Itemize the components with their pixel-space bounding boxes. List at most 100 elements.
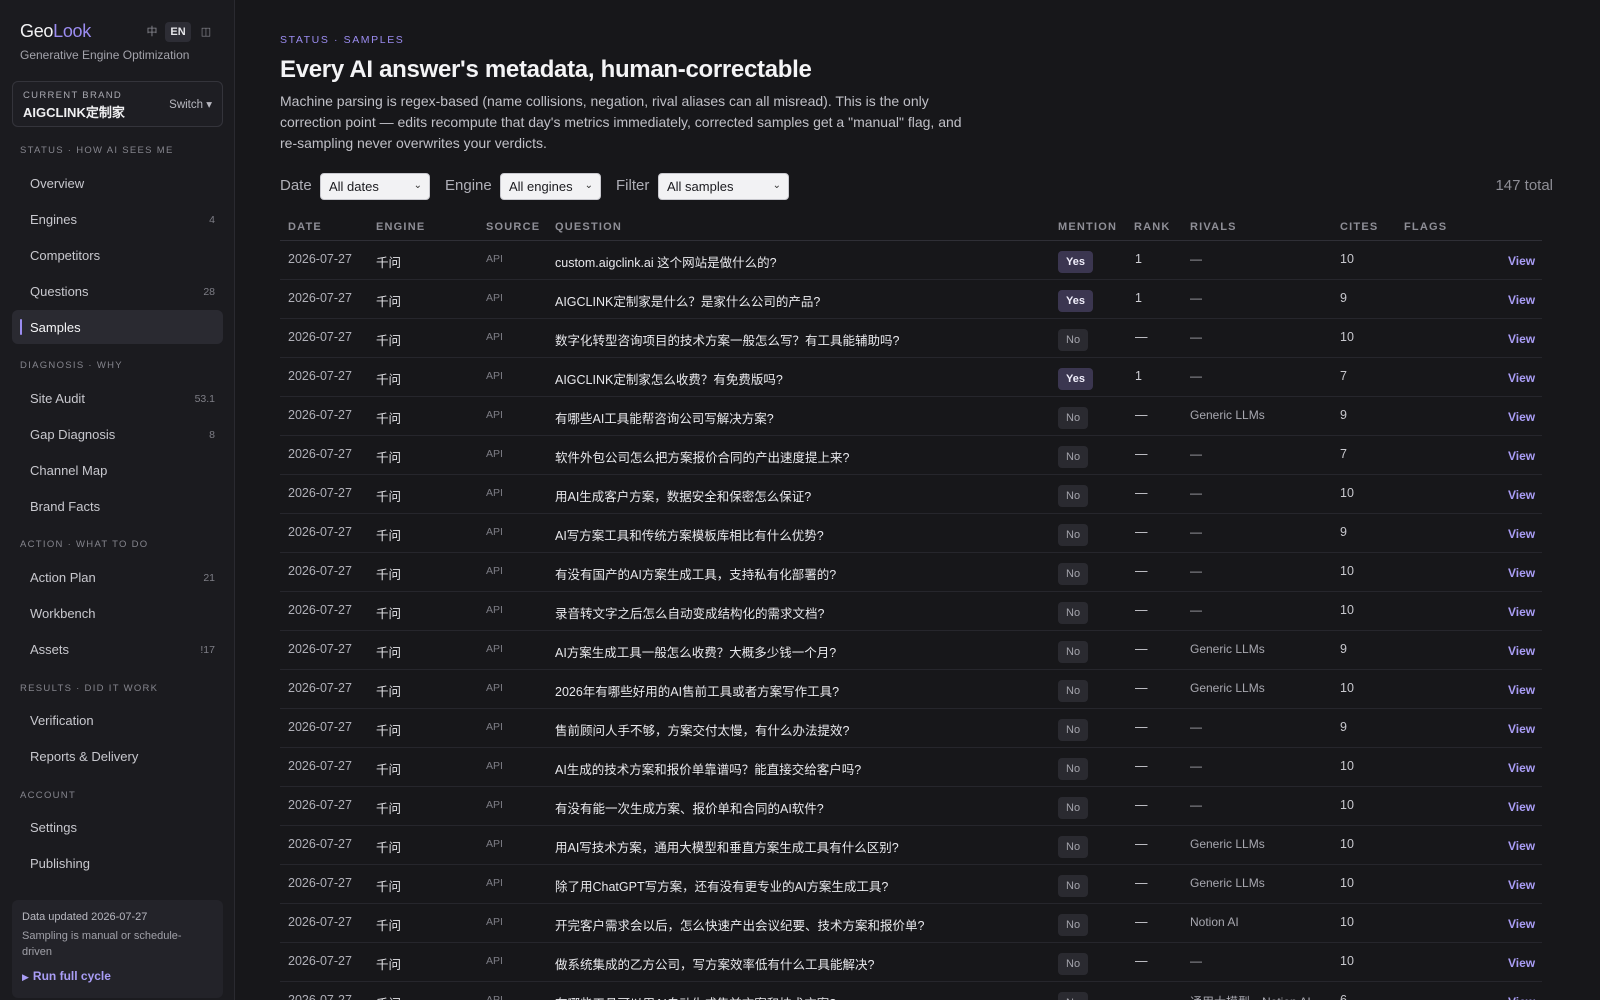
- language-zh-button[interactable]: 中: [144, 22, 160, 42]
- view-link[interactable]: View: [1508, 995, 1535, 1000]
- table-row[interactable]: 2026-07-27 千问 API 软件外包公司怎么把方案报价合同的产出速度提上来? N…: [280, 436, 1542, 475]
- sidebar-item-assets[interactable]: Assets !17: [12, 632, 223, 666]
- view-link[interactable]: View: [1508, 917, 1535, 931]
- table-row[interactable]: 2026-07-27 千问 API AIGCLINK定制家是什么？是家什么公司的产品?…: [280, 280, 1542, 319]
- view-link[interactable]: View: [1508, 683, 1535, 697]
- sidebar-item-competitors[interactable]: Competitors: [12, 238, 223, 272]
- view-link[interactable]: View: [1508, 527, 1535, 541]
- mention-badge[interactable]: No: [1058, 407, 1089, 429]
- table-row[interactable]: 2026-07-27 千问 API 有哪些工具可以用AI自动生成售前方案和技术方案? N…: [280, 982, 1542, 1000]
- view-link[interactable]: View: [1508, 566, 1535, 580]
- sidebar-item-engines[interactable]: Engines 4: [12, 202, 223, 236]
- page-title: Every AI answer's metadata, human-correc…: [280, 56, 812, 83]
- mention-badge[interactable]: No: [1058, 797, 1089, 819]
- mention-badge[interactable]: No: [1058, 485, 1089, 507]
- view-link[interactable]: View: [1508, 800, 1535, 814]
- table-row[interactable]: 2026-07-27 千问 API 有哪些AI工具能帮咨询公司写解决方案? No — Gen…: [280, 397, 1542, 436]
- sidebar-item-label: Reports & Delivery: [30, 749, 139, 764]
- sidebar-item-verification[interactable]: Verification: [12, 703, 223, 737]
- date-filter-select[interactable]: All dates ⌄: [320, 173, 430, 200]
- sidebar-item-samples[interactable]: Samples: [12, 310, 223, 344]
- mention-badge[interactable]: No: [1058, 875, 1089, 897]
- column-header-mention[interactable]: MENTION: [1058, 221, 1117, 233]
- table-row[interactable]: 2026-07-27 千问 API 2026年有哪些好用的AI售前工具或者方案写作工具…: [280, 670, 1542, 709]
- theme-toggle-icon[interactable]: ◫: [198, 22, 214, 42]
- cell-cites: 7: [1340, 369, 1347, 383]
- view-link[interactable]: View: [1508, 761, 1535, 775]
- mention-badge[interactable]: No: [1058, 719, 1089, 741]
- switch-brand-button[interactable]: Switch ▾: [169, 97, 212, 111]
- view-link[interactable]: View: [1508, 956, 1535, 970]
- table-row[interactable]: 2026-07-27 千问 API 录音转文字之后怎么自动变成结构化的需求文档? No —…: [280, 592, 1542, 631]
- table-row[interactable]: 2026-07-27 千问 API 做系统集成的乙方公司，写方案效率低有什么工具能解决…: [280, 943, 1542, 982]
- cell-cites: 10: [1340, 486, 1354, 500]
- language-en-button[interactable]: EN: [165, 22, 191, 42]
- column-header-cites[interactable]: CITES: [1340, 221, 1378, 233]
- table-row[interactable]: 2026-07-27 千问 API 数字化转型咨询项目的技术方案一般怎么写？有工具能辅…: [280, 319, 1542, 358]
- mention-badge[interactable]: No: [1058, 329, 1089, 351]
- mention-badge[interactable]: No: [1058, 602, 1089, 624]
- table-row[interactable]: 2026-07-27 千问 API 开完客户需求会以后，怎么快速产出会议纪要、技术方案…: [280, 904, 1542, 943]
- mention-badge[interactable]: No: [1058, 446, 1089, 468]
- view-link[interactable]: View: [1508, 332, 1535, 346]
- column-header-flags[interactable]: FLAGS: [1404, 221, 1447, 233]
- view-link[interactable]: View: [1508, 878, 1535, 892]
- sidebar-item-questions[interactable]: Questions 28: [12, 274, 223, 308]
- sidebar-item-site-audit[interactable]: Site Audit 53.1: [12, 381, 223, 415]
- table-row[interactable]: 2026-07-27 千问 API 有没有能一次生成方案、报价单和合同的AI软件? No…: [280, 787, 1542, 826]
- table-row[interactable]: 2026-07-27 千问 API 用AI生成客户方案，数据安全和保密怎么保证? No —…: [280, 475, 1542, 514]
- table-row[interactable]: 2026-07-27 千问 API AIGCLINK定制家怎么收费？有免费版吗? Yes…: [280, 358, 1542, 397]
- sidebar-item-settings[interactable]: Settings: [12, 810, 223, 844]
- sidebar-item-overview[interactable]: Overview: [12, 166, 223, 200]
- table-row[interactable]: 2026-07-27 千问 API 除了用ChatGPT写方案，还有没有更专业的AI方…: [280, 865, 1542, 904]
- mention-badge[interactable]: No: [1058, 836, 1089, 858]
- app-logo[interactable]: GeoLook: [20, 21, 91, 41]
- column-header-engine[interactable]: ENGINE: [376, 221, 425, 233]
- view-link[interactable]: View: [1508, 254, 1535, 268]
- sidebar-item-publishing[interactable]: Publishing: [12, 846, 223, 880]
- view-link[interactable]: View: [1508, 605, 1535, 619]
- table-row[interactable]: 2026-07-27 千问 API 用AI写技术方案，通用大模型和垂直方案生成工具有什…: [280, 826, 1542, 865]
- table-row[interactable]: 2026-07-27 千问 API AI方案生成工具一般怎么收费？大概多少钱一个月? N…: [280, 631, 1542, 670]
- run-full-cycle-button[interactable]: ▶ Run full cycle: [22, 969, 111, 983]
- view-link[interactable]: View: [1508, 371, 1535, 385]
- sidebar-item-reports-delivery[interactable]: Reports & Delivery: [12, 739, 223, 773]
- table-row[interactable]: 2026-07-27 千问 API custom.aigclink.ai 这个网站是做…: [280, 241, 1542, 280]
- cell-source: API: [486, 409, 503, 421]
- mention-badge[interactable]: No: [1058, 953, 1089, 975]
- column-header-date[interactable]: DATE: [288, 221, 322, 233]
- table-row[interactable]: 2026-07-27 千问 API AI写方案工具和传统方案模板库相比有什么优势? No…: [280, 514, 1542, 553]
- sidebar-item-action-plan[interactable]: Action Plan 21: [12, 560, 223, 594]
- mention-badge[interactable]: Yes: [1058, 368, 1093, 390]
- view-link[interactable]: View: [1508, 644, 1535, 658]
- sample-filter-select[interactable]: All samples ⌄: [658, 173, 789, 200]
- view-link[interactable]: View: [1508, 722, 1535, 736]
- column-header-source[interactable]: SOURCE: [486, 221, 540, 233]
- table-row[interactable]: 2026-07-27 千问 API AI生成的技术方案和报价单靠谱吗？能直接交给客户吗…: [280, 748, 1542, 787]
- sidebar-item-gap-diagnosis[interactable]: Gap Diagnosis 8: [12, 417, 223, 451]
- mention-badge[interactable]: Yes: [1058, 290, 1093, 312]
- sidebar-item-brand-facts[interactable]: Brand Facts: [12, 489, 223, 523]
- mention-badge[interactable]: No: [1058, 680, 1089, 702]
- table-row[interactable]: 2026-07-27 千问 API 有没有国产的AI方案生成工具，支持私有化部署的? N…: [280, 553, 1542, 592]
- table-row[interactable]: 2026-07-27 千问 API 售前顾问人手不够，方案交付太慢，有什么办法提效? N…: [280, 709, 1542, 748]
- column-header-question[interactable]: QUESTION: [555, 221, 622, 233]
- mention-badge[interactable]: No: [1058, 758, 1089, 780]
- view-link[interactable]: View: [1508, 488, 1535, 502]
- column-header-rivals[interactable]: RIVALS: [1190, 221, 1237, 233]
- mention-badge[interactable]: No: [1058, 914, 1089, 936]
- view-link[interactable]: View: [1508, 839, 1535, 853]
- view-link[interactable]: View: [1508, 449, 1535, 463]
- view-link[interactable]: View: [1508, 410, 1535, 424]
- engine-filter-select[interactable]: All engines ⌄: [500, 173, 601, 200]
- total-count: 147 total: [1495, 177, 1553, 194]
- sidebar-item-channel-map[interactable]: Channel Map: [12, 453, 223, 487]
- mention-badge[interactable]: No: [1058, 641, 1089, 663]
- sidebar-item-workbench[interactable]: Workbench: [12, 596, 223, 630]
- mention-badge[interactable]: No: [1058, 992, 1089, 1000]
- mention-badge[interactable]: No: [1058, 524, 1089, 546]
- mention-badge[interactable]: Yes: [1058, 251, 1093, 273]
- column-header-rank[interactable]: RANK: [1134, 221, 1171, 233]
- view-link[interactable]: View: [1508, 293, 1535, 307]
- mention-badge[interactable]: No: [1058, 563, 1089, 585]
